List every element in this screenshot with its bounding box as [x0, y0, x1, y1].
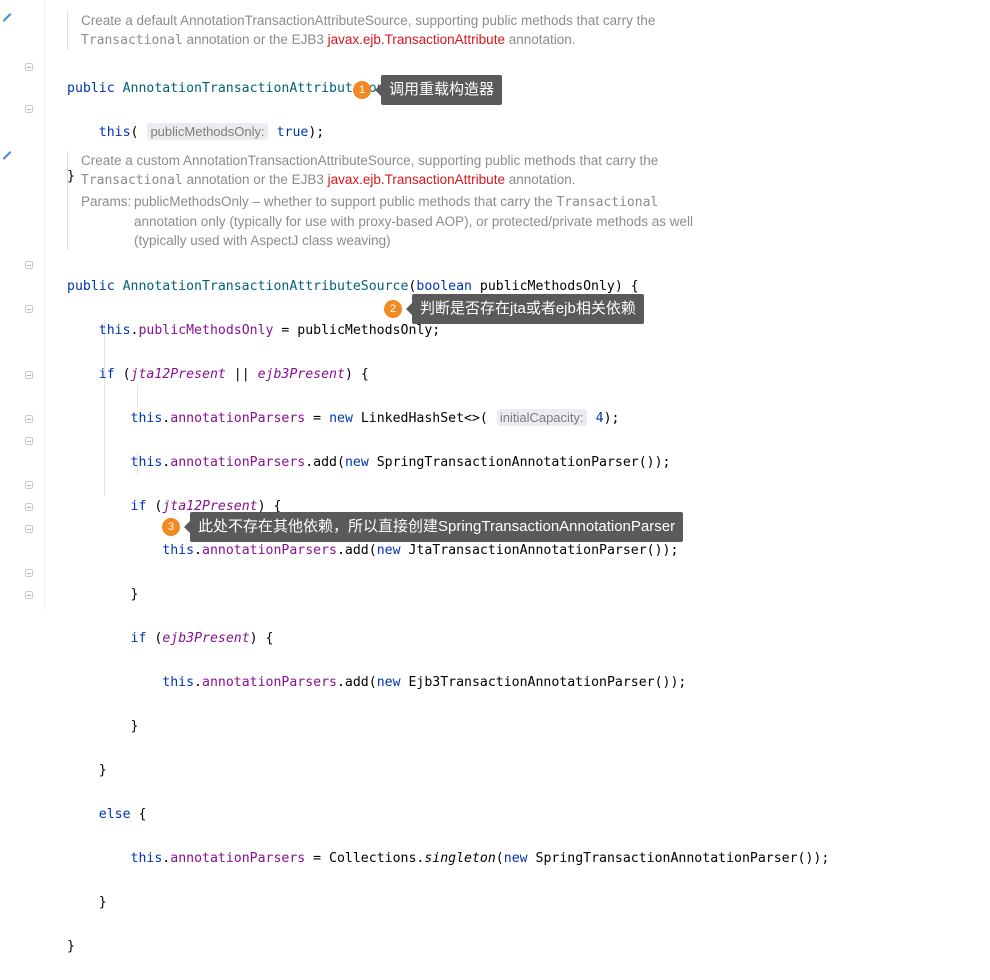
code-custom-constructor[interactable]: public AnnotationTransactionAttributeSou… — [67, 254, 829, 980]
callout-number-badge: 3 — [162, 518, 180, 536]
fold-marker-icon[interactable] — [25, 525, 33, 533]
fold-marker-icon[interactable] — [25, 437, 33, 445]
params-label: Params: — [81, 194, 132, 209]
gutter-separator — [44, 0, 45, 610]
doc-text: annotation. — [504, 172, 576, 187]
callout-1: 1 调用重载构造器 — [353, 75, 503, 105]
doc-link[interactable]: javax.ejb.TransactionAttribute — [328, 172, 505, 187]
fold-marker-icon[interactable] — [25, 305, 33, 313]
parameter-hint: publicMethodsOnly: — [147, 123, 268, 140]
fold-marker-icon[interactable] — [25, 591, 33, 599]
doc-line: Transactional annotation or the EJB3 jav… — [81, 30, 721, 50]
javadoc-default-constructor: Create a default AnnotationTransactionAt… — [67, 11, 721, 50]
code-line: } — [67, 939, 75, 954]
fold-marker-icon[interactable] — [25, 503, 33, 511]
parameter-hint: initialCapacity: — [496, 409, 587, 426]
callout-tooltip: 调用重载构造器 — [374, 75, 503, 105]
code-line: } — [130, 587, 139, 602]
fold-marker-icon[interactable] — [25, 63, 33, 71]
fold-marker-icon[interactable] — [25, 261, 33, 269]
fold-marker-icon[interactable] — [25, 371, 33, 379]
code-line: else { — [98, 807, 147, 822]
doc-text: annotation or the EJB3 — [182, 172, 328, 187]
code-line: if (jta12Present || ejb3Present) { — [98, 367, 369, 382]
pencil-icon[interactable] — [2, 10, 14, 22]
code-line: this.annotationParsers.add(new Ejb3Trans… — [162, 675, 687, 690]
params-text: publicMethodsOnly – whether to support p… — [134, 194, 694, 248]
code-line: this.annotationParsers.add(new JtaTransa… — [162, 543, 679, 558]
code-line: this.annotationParsers = Collections.sin… — [130, 851, 830, 866]
doc-link[interactable]: javax.ejb.TransactionAttribute — [328, 32, 505, 47]
doc-line: Transactional annotation or the EJB3 jav… — [81, 170, 721, 190]
pencil-icon[interactable] — [2, 148, 14, 160]
code-line: } — [98, 763, 107, 778]
code-line: this.annotationParsers = new LinkedHashS… — [130, 409, 620, 426]
callout-tooltip: 判断是否存在jta或者ejb相关依赖 — [406, 294, 644, 324]
doc-line: Create a custom AnnotationTransactionAtt… — [81, 153, 659, 168]
doc-text: annotation or the EJB3 — [182, 32, 328, 47]
callout-3: 3 此处不存在其他依赖，所以直接创建SpringTransactionAnnot… — [162, 512, 684, 542]
code-line: this( publicMethodsOnly: true); — [98, 123, 325, 140]
editor-gutter — [0, 0, 44, 610]
callout-2: 2 判断是否存在jta或者ejb相关依赖 — [384, 294, 644, 324]
callout-tooltip: 此处不存在其他依赖，所以直接创建SpringTransactionAnnotat… — [183, 512, 684, 542]
callout-number-badge: 2 — [384, 300, 402, 318]
fold-marker-icon[interactable] — [25, 569, 33, 577]
code-line: if (ejb3Present) { — [130, 631, 274, 646]
code-line: } — [130, 719, 139, 734]
doc-params: Params: publicMethodsOnly – whether to s… — [81, 192, 721, 250]
javadoc-custom-constructor: Create a custom AnnotationTransactionAtt… — [67, 151, 721, 250]
doc-code: Transactional — [81, 173, 183, 188]
doc-code: Transactional — [81, 33, 183, 48]
callout-number-badge: 1 — [353, 81, 371, 99]
doc-line: Create a default AnnotationTransactionAt… — [81, 13, 656, 28]
fold-marker-icon[interactable] — [25, 481, 33, 489]
fold-marker-icon[interactable] — [25, 105, 33, 113]
doc-text: annotation. — [504, 32, 576, 47]
fold-marker-icon[interactable] — [25, 415, 33, 423]
code-line: } — [98, 895, 107, 910]
code-line: this.annotationParsers.add(new SpringTra… — [130, 455, 671, 470]
